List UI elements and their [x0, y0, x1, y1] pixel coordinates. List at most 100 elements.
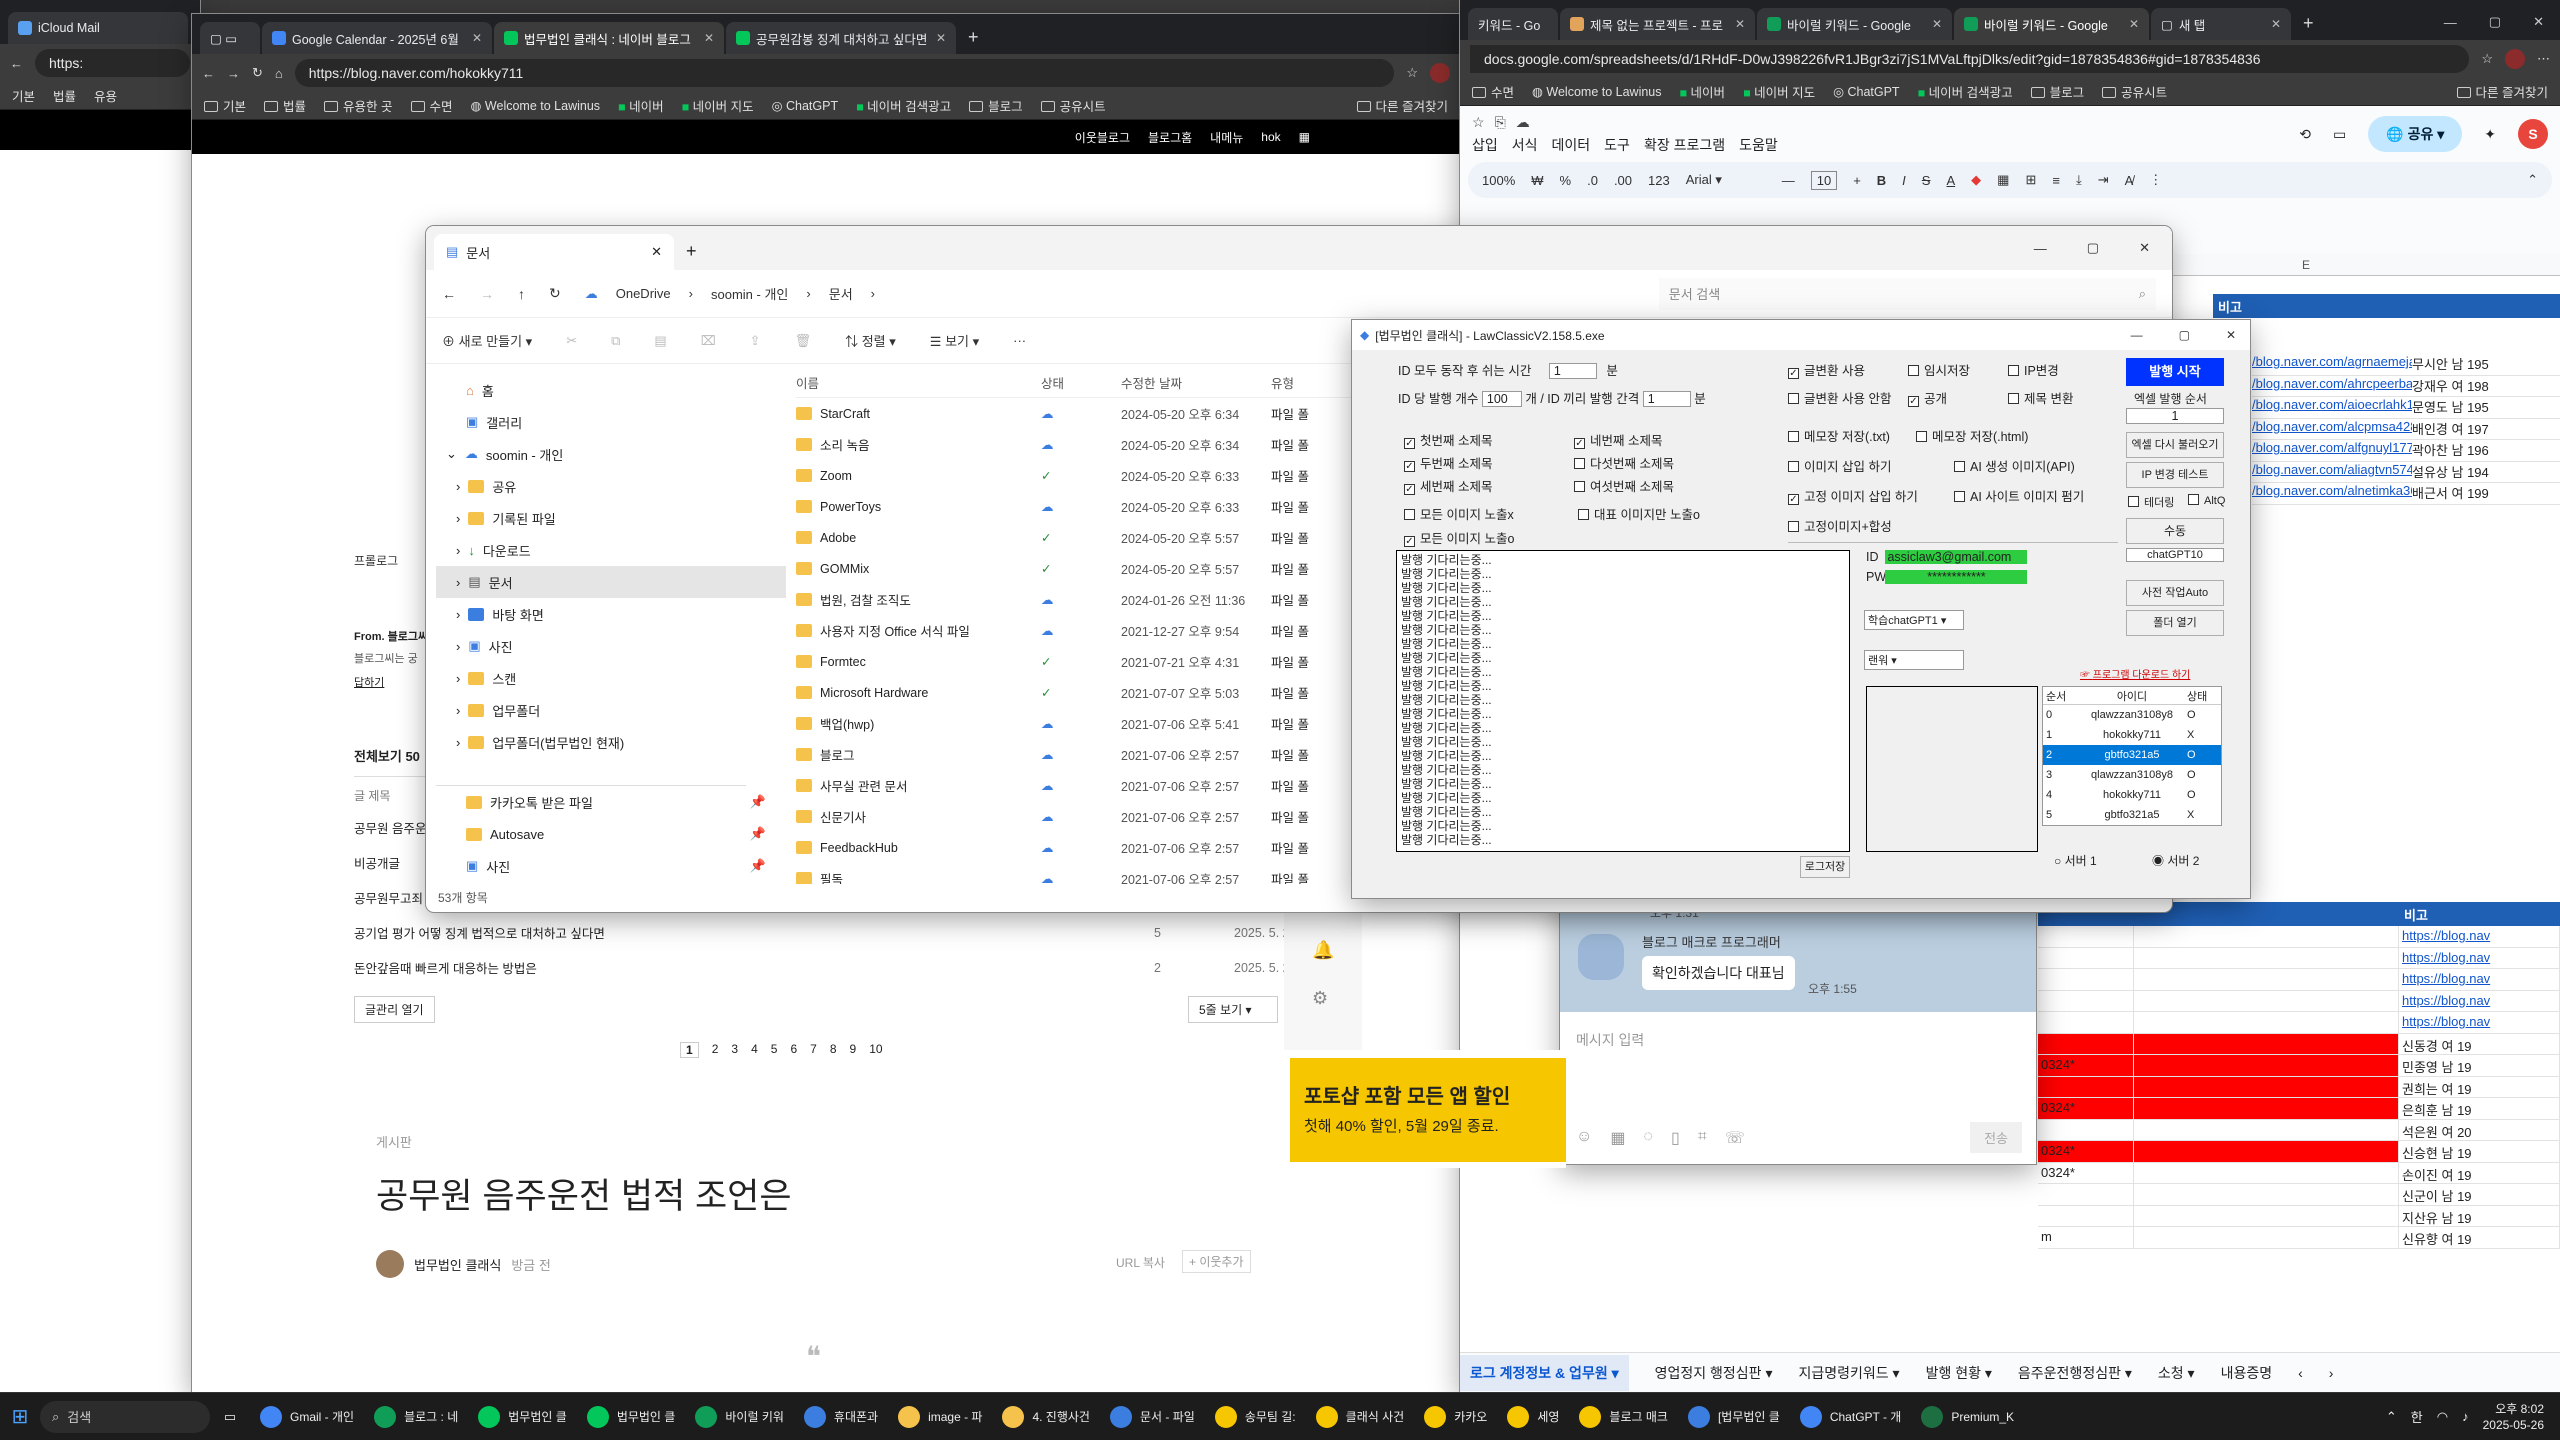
bookmark-item[interactable]: 공유시트 — [1040, 96, 1106, 115]
zoom-select[interactable]: 100% — [1482, 173, 1515, 188]
bookmark-item[interactable]: ◎ ChatGPT — [772, 98, 839, 113]
sheet-tab[interactable]: 소청 ▾ — [2158, 1363, 2195, 1383]
gear-icon[interactable]: ⚙ — [1312, 988, 1328, 1009]
scroll-right-icon[interactable]: › — [2329, 1365, 2334, 1381]
tray-chevron-icon[interactable]: ⌃ — [2386, 1409, 2397, 1425]
column-name[interactable]: 이름 — [796, 373, 1041, 392]
table-row[interactable]: 신동경 여 19 — [2038, 1033, 2560, 1055]
bell-icon[interactable]: 🔔 — [1312, 940, 1334, 961]
table-row[interactable]: https://blog.nav — [2038, 990, 2560, 1012]
page-2[interactable]: 2 — [712, 1042, 719, 1058]
close-icon[interactable]: ✕ — [651, 244, 662, 260]
bookmark-other[interactable]: 다른 즐겨찾기 — [1356, 96, 1448, 115]
wifi-icon[interactable]: ◠ — [2437, 1409, 2448, 1425]
bookmark-basic[interactable]: 기본 — [12, 86, 35, 105]
rotate-icon[interactable]: A̸ — [2125, 173, 2134, 188]
move-icon[interactable]: ⎘ — [1495, 114, 1506, 131]
tab-action-icons[interactable]: ▢ ▭ — [200, 22, 260, 54]
account-row[interactable]: 5 gbtfo321a5 X — [2043, 805, 2221, 825]
minimize-button[interactable]: — — [2444, 15, 2457, 30]
bookmark-item[interactable]: ■ 네이버 — [618, 96, 664, 115]
menu-tools[interactable]: 도구 — [1604, 135, 1630, 155]
sidebar-item-autosave[interactable]: Autosave 📌 — [436, 818, 786, 850]
meet-icon[interactable]: ▭ — [2333, 126, 2346, 143]
table-row[interactable]: 지산유 남 19 — [2038, 1205, 2560, 1227]
table-row[interactable]: 신군이 남 19 — [2038, 1184, 2560, 1206]
close-icon[interactable]: ✕ — [2271, 17, 2281, 31]
speech-icon[interactable]: ◌ — [1643, 1128, 1653, 1148]
check-public[interactable]: ✓ 공개 — [1908, 388, 1947, 407]
chat-input[interactable]: 메시지 입력 — [1560, 1012, 2036, 1068]
new-tab-button[interactable]: + — [2293, 8, 2324, 40]
table-row[interactable]: 0324* 은희훈 남 19 — [2038, 1098, 2560, 1120]
rename-icon[interactable]: ⌧ — [701, 333, 716, 349]
account-row[interactable]: 3 qlawzzan3108y8 O — [2043, 765, 2221, 785]
font-size-input[interactable]: 10 — [1810, 170, 1838, 190]
account-row[interactable]: 0 qlawzzan3108y8 O — [2043, 705, 2221, 725]
fill-color-icon[interactable]: ◆ — [1971, 172, 1981, 188]
account-row[interactable]: 4 hokokky711 O — [2043, 785, 2221, 805]
taskbar-item[interactable]: 문서 - 파일 — [1100, 1397, 1205, 1437]
check-rep-image[interactable]: 대표 이미지만 노출o — [1578, 504, 1700, 523]
calendar-icon[interactable]: ▦ — [1610, 1128, 1625, 1148]
bookmark-item[interactable]: ■ 네이버 — [1680, 82, 1726, 101]
clock[interactable]: 오후 8:02 2025-05-26 — [2483, 1401, 2544, 1433]
crumb-onedrive[interactable]: OneDrive — [616, 286, 671, 301]
check-no-convert[interactable]: 글변환 사용 안함 — [1788, 388, 1891, 407]
table-row[interactable]: 권희는 여 19 — [2038, 1076, 2560, 1098]
taskbar-item[interactable]: 4. 진행사건 — [992, 1397, 1100, 1437]
auto-prep-button[interactable]: 사전 작업Auto — [2126, 580, 2224, 606]
table-row[interactable]: https://blog.nav — [2038, 969, 2560, 991]
sidebar-item-shared[interactable]: › 공유 — [436, 470, 786, 502]
up-icon[interactable]: ↑ — [518, 286, 525, 302]
decrease-decimal-button[interactable]: .0 — [1587, 173, 1598, 188]
forward-icon[interactable]: → — [227, 66, 240, 81]
more-icon[interactable]: ⋮ — [2149, 172, 2162, 188]
menu-insert[interactable]: 삽입 — [1472, 135, 1498, 155]
table-row[interactable]: /blog.naver.com/alfgnuyl177 곽아찬 남 196 — [2252, 440, 2560, 462]
table-row[interactable]: https://blog.nav — [2038, 947, 2560, 969]
sidebar-item-onedrive[interactable]: ⌄ ☁ soomin - 개인 — [436, 438, 786, 470]
taskbar-item[interactable]: Gmail - 개인 — [250, 1397, 364, 1437]
sheet-tab[interactable]: 발행 현황 ▾ — [1926, 1363, 1992, 1383]
maximize-button[interactable]: ▢ — [2087, 240, 2099, 256]
column-type[interactable]: 유형 — [1271, 373, 1294, 392]
check-altq[interactable]: AltQ — [2188, 494, 2225, 507]
table-row[interactable]: 0324* 민종영 남 19 — [2038, 1055, 2560, 1077]
bookmark-other[interactable]: 다른 즐겨찾기 — [2456, 82, 2548, 101]
server-1-radio[interactable]: ○ 서버 1 — [2054, 852, 2097, 869]
sidebar-item-desktop[interactable]: › 바탕 화면 — [436, 598, 786, 630]
close-icon[interactable]: ✕ — [1735, 17, 1745, 31]
account-row[interactable]: 1 hokokky711 X — [2043, 725, 2221, 745]
table-row[interactable]: 석은원 여 20 — [2038, 1119, 2560, 1141]
cloud-icon[interactable]: ☁ — [1516, 114, 1530, 131]
check-title-convert[interactable]: 제목 변환 — [2008, 388, 2073, 407]
share-icon[interactable]: ⇪ — [750, 333, 761, 349]
tab-google-calendar[interactable]: Google Calendar - 2025년 6월 ✕ — [262, 22, 492, 54]
sheet-tab[interactable]: 음주운전행정심판 ▾ — [2018, 1363, 2132, 1383]
emoji-icon[interactable]: ☺ — [1576, 1128, 1592, 1148]
per-page-select[interactable]: 5줄 보기 ▾ — [1188, 996, 1278, 1023]
menu-format[interactable]: 서식 — [1512, 135, 1538, 155]
star-icon[interactable]: ☆ — [1406, 65, 1418, 81]
sidebar-item-recorded[interactable]: › 기록된 파일 — [436, 502, 786, 534]
answer-link[interactable]: 답하기 — [354, 674, 428, 690]
tab-icloud[interactable]: iCloud Mail — [8, 12, 188, 44]
back-address-bar[interactable]: https: — [35, 49, 190, 77]
id-input[interactable]: assiclaw3@gmail.com — [1885, 550, 2028, 564]
share-button[interactable]: 🌐 공유 ▾ — [2368, 116, 2463, 152]
send-button[interactable]: 전송 — [1970, 1122, 2022, 1153]
author-avatar[interactable] — [376, 1250, 404, 1278]
back-icon[interactable]: ← — [442, 286, 456, 302]
post-row[interactable]: 공기업 평가 어떻 징계 법적으로 대처하고 싶다면 5 2025. 5. 21. — [354, 915, 1314, 950]
tab-new[interactable]: ▢ 새 탭 ✕ — [2151, 8, 2291, 40]
check-subtitle-4[interactable]: ✓ 네번째 소제목 — [1574, 430, 1744, 449]
align-icon[interactable]: ≡ — [2052, 173, 2060, 188]
borders-icon[interactable]: ▦ — [1997, 172, 2009, 188]
minimize-button[interactable]: — — [2034, 241, 2047, 256]
ime-indicator[interactable]: 한 — [2411, 1407, 2423, 1426]
remark-header[interactable]: 비고 — [2213, 294, 2399, 318]
check-no-images[interactable]: 모든 이미지 노출x — [1404, 504, 1514, 523]
chat-message[interactable]: 확인하겠습니다 대표님 — [1642, 956, 1795, 990]
taskbar-item[interactable]: 송무팀 길: — [1205, 1397, 1306, 1437]
